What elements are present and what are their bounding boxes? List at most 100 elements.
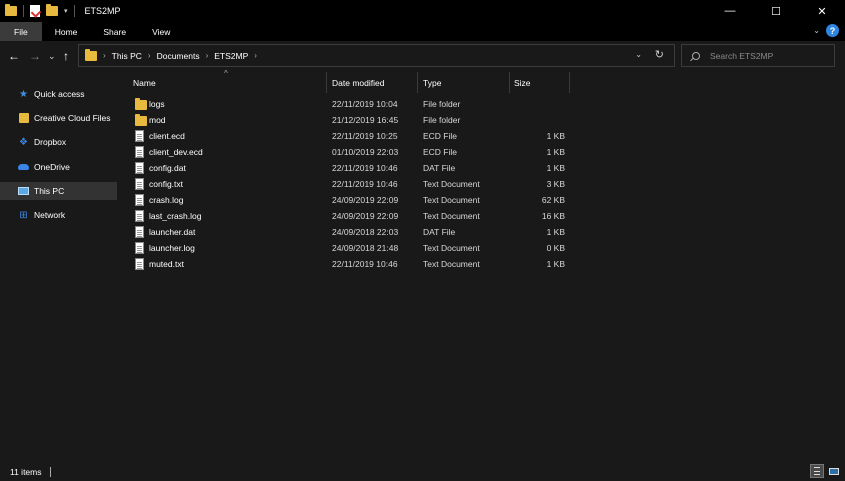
file-icon: [135, 226, 144, 238]
search-input[interactable]: Search ETS2MP: [710, 51, 773, 61]
column-divider[interactable]: [326, 72, 327, 93]
column-header-date-modified[interactable]: Date modified: [332, 72, 417, 93]
tab-home[interactable]: Home: [42, 22, 91, 41]
column-header-type[interactable]: Type: [423, 72, 508, 93]
help-button[interactable]: ?: [826, 24, 839, 37]
file-type: File folder: [423, 99, 461, 109]
sidebar-item-this-pc[interactable]: This PC: [0, 182, 117, 200]
breadcrumb-chevron-icon[interactable]: ›: [103, 51, 106, 60]
file-icon: [135, 210, 144, 222]
file-type: Text Document: [423, 259, 480, 269]
column-divider[interactable]: [417, 72, 418, 93]
maximize-button[interactable]: ☐: [753, 0, 799, 22]
details-view-button[interactable]: [810, 464, 824, 478]
breadcrumb-this-pc[interactable]: This PC: [112, 51, 142, 61]
breadcrumb-ets2mp[interactable]: ETS2MP: [214, 51, 248, 61]
column-header-size[interactable]: Size: [514, 72, 569, 93]
file-row-config-dat[interactable]: config.dat 22/11/2019 10:46 DAT File 1 K…: [132, 160, 582, 176]
breadcrumb-chevron-icon[interactable]: ›: [206, 51, 209, 60]
dropbox-icon: ❖: [19, 136, 28, 148]
file-type: DAT File: [423, 227, 456, 237]
recent-locations-button[interactable]: ⌄: [48, 49, 56, 63]
network-icon: ⊞: [19, 209, 28, 221]
column-header-name[interactable]: Name: [133, 72, 325, 93]
file-size: 1 KB: [546, 147, 565, 157]
quick-access-toolbar: ▾ ETS2MP: [0, 0, 121, 22]
file-row-launcher-log[interactable]: launcher.log 24/09/2018 21:48 Text Docum…: [132, 240, 582, 256]
file-name: launcher.log: [149, 243, 195, 253]
folder-icon: [5, 4, 17, 16]
file-icon: [135, 258, 144, 270]
toolbar-divider: [23, 5, 24, 17]
breadcrumb-documents[interactable]: Documents: [157, 51, 200, 61]
title-bar: ▾ ETS2MP — ☐ ✕: [0, 0, 845, 22]
sidebar-item-label: Dropbox: [34, 137, 67, 147]
file-row-client-dev-ecd[interactable]: client_dev.ecd 01/10/2019 22:03 ECD File…: [132, 144, 582, 160]
sidebar-item-network[interactable]: ⊞ Network: [0, 206, 117, 224]
address-dropdown-chevron-icon[interactable]: ⌄: [635, 50, 642, 59]
status-bar: 11 items: [0, 462, 845, 481]
file-size: 1 KB: [546, 131, 565, 141]
file-date: 22/11/2019 10:25: [332, 131, 398, 141]
tab-share[interactable]: Share: [90, 22, 139, 41]
address-bar[interactable]: › This PC › Documents › ETS2MP › ⌄ ↻: [78, 44, 675, 67]
tab-file[interactable]: File: [0, 22, 42, 41]
back-button[interactable]: ←: [8, 49, 20, 63]
file-row-client-ecd[interactable]: client.ecd 22/11/2019 10:25 ECD File 1 K…: [132, 128, 582, 144]
file-type: ECD File: [423, 147, 458, 157]
file-date: 21/12/2019 16:45: [332, 115, 399, 125]
minimize-button[interactable]: —: [707, 0, 753, 22]
file-row-crash-log[interactable]: crash.log 24/09/2019 22:09 Text Document…: [132, 192, 582, 208]
close-button[interactable]: ✕: [799, 0, 845, 22]
ribbon-tabs: File Home Share View ⌄ ?: [0, 22, 845, 41]
tab-view[interactable]: View: [139, 22, 183, 41]
details-view-icon: [814, 467, 820, 475]
search-icon: [692, 51, 700, 60]
file-size: 62 KB: [541, 195, 565, 205]
computer-icon: [18, 186, 29, 197]
file-row-mod[interactable]: mod 21/12/2019 16:45 File folder: [132, 112, 582, 128]
file-row-last-crash-log[interactable]: last_crash.log 24/09/2019 22:09 Text Doc…: [132, 208, 582, 224]
file-type: Text Document: [423, 211, 480, 221]
file-size: 1 KB: [546, 259, 565, 269]
file-size: 1 KB: [546, 163, 565, 173]
large-icons-view-button[interactable]: [827, 464, 841, 478]
refresh-icon[interactable]: ↻: [655, 48, 664, 61]
file-row-logs[interactable]: logs 22/11/2019 10:04 File folder: [132, 96, 582, 112]
item-count: 11 items: [10, 466, 42, 477]
search-box[interactable]: Search ETS2MP: [681, 44, 835, 67]
new-folder-icon[interactable]: [46, 4, 58, 16]
sidebar-item-label: Network: [34, 210, 66, 220]
file-name: client_dev.ecd: [149, 147, 203, 157]
sidebar-item-dropbox[interactable]: ❖ Dropbox: [0, 133, 117, 151]
up-button[interactable]: ↑: [63, 49, 69, 63]
column-divider[interactable]: [569, 72, 570, 93]
forward-button[interactable]: →: [29, 49, 41, 63]
file-row-muted-txt[interactable]: muted.txt 22/11/2019 10:46 Text Document…: [132, 256, 582, 272]
file-size: 3 KB: [546, 179, 565, 189]
file-row-launcher-dat[interactable]: launcher.dat 24/09/2018 22:03 DAT File 1…: [132, 224, 582, 240]
customize-toolbar-chevron-icon[interactable]: ▾: [64, 7, 68, 15]
onedrive-icon: [18, 162, 29, 173]
breadcrumb-chevron-icon[interactable]: ›: [254, 51, 257, 60]
file-size: 16 KB: [541, 211, 565, 221]
file-icon: [135, 178, 144, 190]
file-row-config-txt[interactable]: config.txt 22/11/2019 10:46 Text Documen…: [132, 176, 582, 192]
file-date: 22/11/2019 10:46: [332, 259, 398, 269]
file-type: Text Document: [423, 243, 480, 253]
file-type: Text Document: [423, 195, 480, 205]
properties-icon[interactable]: [30, 5, 40, 17]
sidebar-item-quick-access[interactable]: ★ Quick access: [0, 85, 117, 103]
breadcrumb-chevron-icon[interactable]: ›: [148, 51, 151, 60]
file-date: 01/10/2019 22:03: [332, 147, 399, 157]
expand-ribbon-chevron-icon[interactable]: ⌄: [813, 26, 820, 35]
file-date: 24/09/2019 22:09: [332, 195, 399, 205]
file-name: logs: [149, 99, 165, 109]
file-name: config.dat: [149, 163, 186, 173]
sidebar-item-onedrive[interactable]: OneDrive: [0, 158, 117, 176]
large-icons-view-icon: [829, 467, 839, 475]
column-divider[interactable]: [509, 72, 510, 93]
creative-cloud-icon: [18, 113, 29, 124]
sidebar-item-creative-cloud-files[interactable]: Creative Cloud Files: [0, 109, 117, 127]
file-name: client.ecd: [149, 131, 185, 141]
